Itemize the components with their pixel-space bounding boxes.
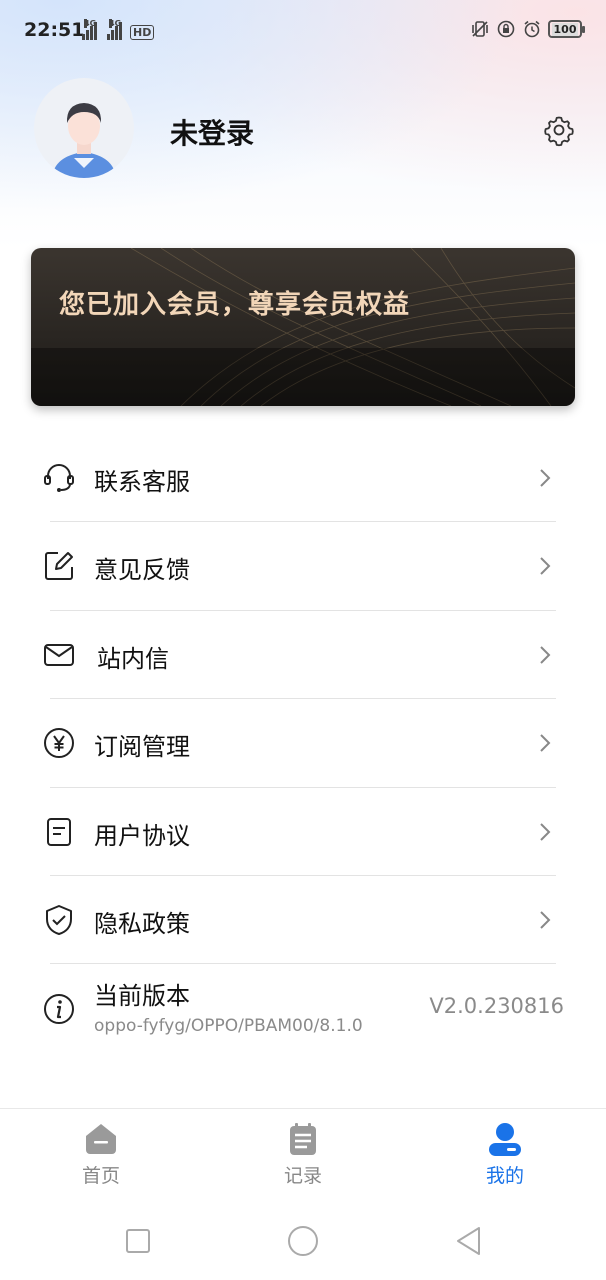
profile-icon [489,1123,521,1156]
home-button-icon[interactable] [286,1224,320,1258]
chevron-right-icon [540,911,551,929]
mail-icon [44,643,74,666]
alarm-icon [524,20,540,38]
status-bar: 22:51 4G 4G HD 100 [0,0,606,62]
nav-tab-home[interactable]: 首页 [0,1109,202,1205]
menu-item-label: 用户协议 [94,821,190,850]
chevron-right-icon [540,469,551,487]
version-number: V2.0.230816 [429,994,564,1019]
settings-gear-icon[interactable] [542,113,576,147]
nav-label: 我的 [485,1165,524,1187]
menu-item-inbox[interactable]: 站内信 [0,611,606,700]
menu-item-label: 站内信 [97,644,169,673]
menu-item-contact-support[interactable]: 联系客服 [0,434,606,523]
nav-label: 记录 [283,1165,322,1187]
headset-icon [44,464,74,492]
nav-tab-me[interactable]: 我的 [404,1109,606,1205]
bottom-nav: 首页 记录 我的 [0,1108,606,1204]
recents-icon[interactable] [121,1224,155,1258]
menu-item-feedback[interactable]: 意见反馈 [0,522,606,611]
yen-icon [44,728,74,759]
menu-item-subscription[interactable]: 订阅管理 [0,699,606,788]
signal-icon: 4G [107,19,122,40]
edit-icon [45,552,73,581]
status-time: 22:51 [24,19,85,41]
member-banner[interactable]: 您已加入会员，尊享会员权益 [31,248,575,406]
document-icon [47,817,71,846]
profile-page: 22:51 4G 4G HD 100 未登录 您已加入会员，尊享会员权益 联系客… [0,0,606,1280]
battery-icon: 100 [548,20,585,38]
clipboard-icon [290,1123,316,1155]
info-icon [44,994,74,1025]
lock-rotation-icon [497,20,515,38]
chevron-right-icon [540,734,551,752]
menu-item-label: 订阅管理 [94,733,190,762]
menu-item-user-agreement[interactable]: 用户协议 [0,788,606,876]
default-avatar-icon [52,103,116,178]
menu-item-label: 意见反馈 [94,556,190,585]
settings-menu: 联系客服 意见反馈 站内信 订阅管理 用户协议 隐私政策 当前版本 oppo-f… [0,434,606,1053]
shield-check-icon [46,904,72,935]
network-indicators: 4G 4G HD [82,18,155,40]
menu-item-label: 联系客服 [94,468,190,496]
home-icon [86,1124,116,1154]
system-navigation-bar [0,1204,606,1280]
version-label: 当前版本 [94,982,190,1011]
chevron-right-icon [540,557,551,576]
avatar[interactable] [34,78,134,178]
menu-item-version[interactable]: 当前版本 oppo-fyfyg/OPPO/PBAM00/8.1.0 V2.0.2… [0,964,606,1052]
chevron-right-icon [540,822,551,841]
banner-bottom-strip [31,348,575,406]
chevron-right-icon [540,646,551,664]
back-icon[interactable] [452,1224,486,1258]
nav-label: 首页 [81,1165,120,1187]
user-name[interactable]: 未登录 [170,112,254,152]
hd-voice-badge: HD [130,25,155,40]
menu-item-privacy-policy[interactable]: 隐私政策 [0,876,606,965]
version-build-info: oppo-fyfyg/OPPO/PBAM00/8.1.0 [94,1016,363,1037]
vibrate-mute-icon [472,21,488,37]
member-banner-text: 您已加入会员，尊享会员权益 [59,290,411,320]
menu-item-label: 隐私政策 [94,909,190,938]
signal-icon: 4G [82,19,97,40]
nav-tab-records[interactable]: 记录 [202,1109,404,1205]
status-right-icons: 100 [470,19,585,39]
